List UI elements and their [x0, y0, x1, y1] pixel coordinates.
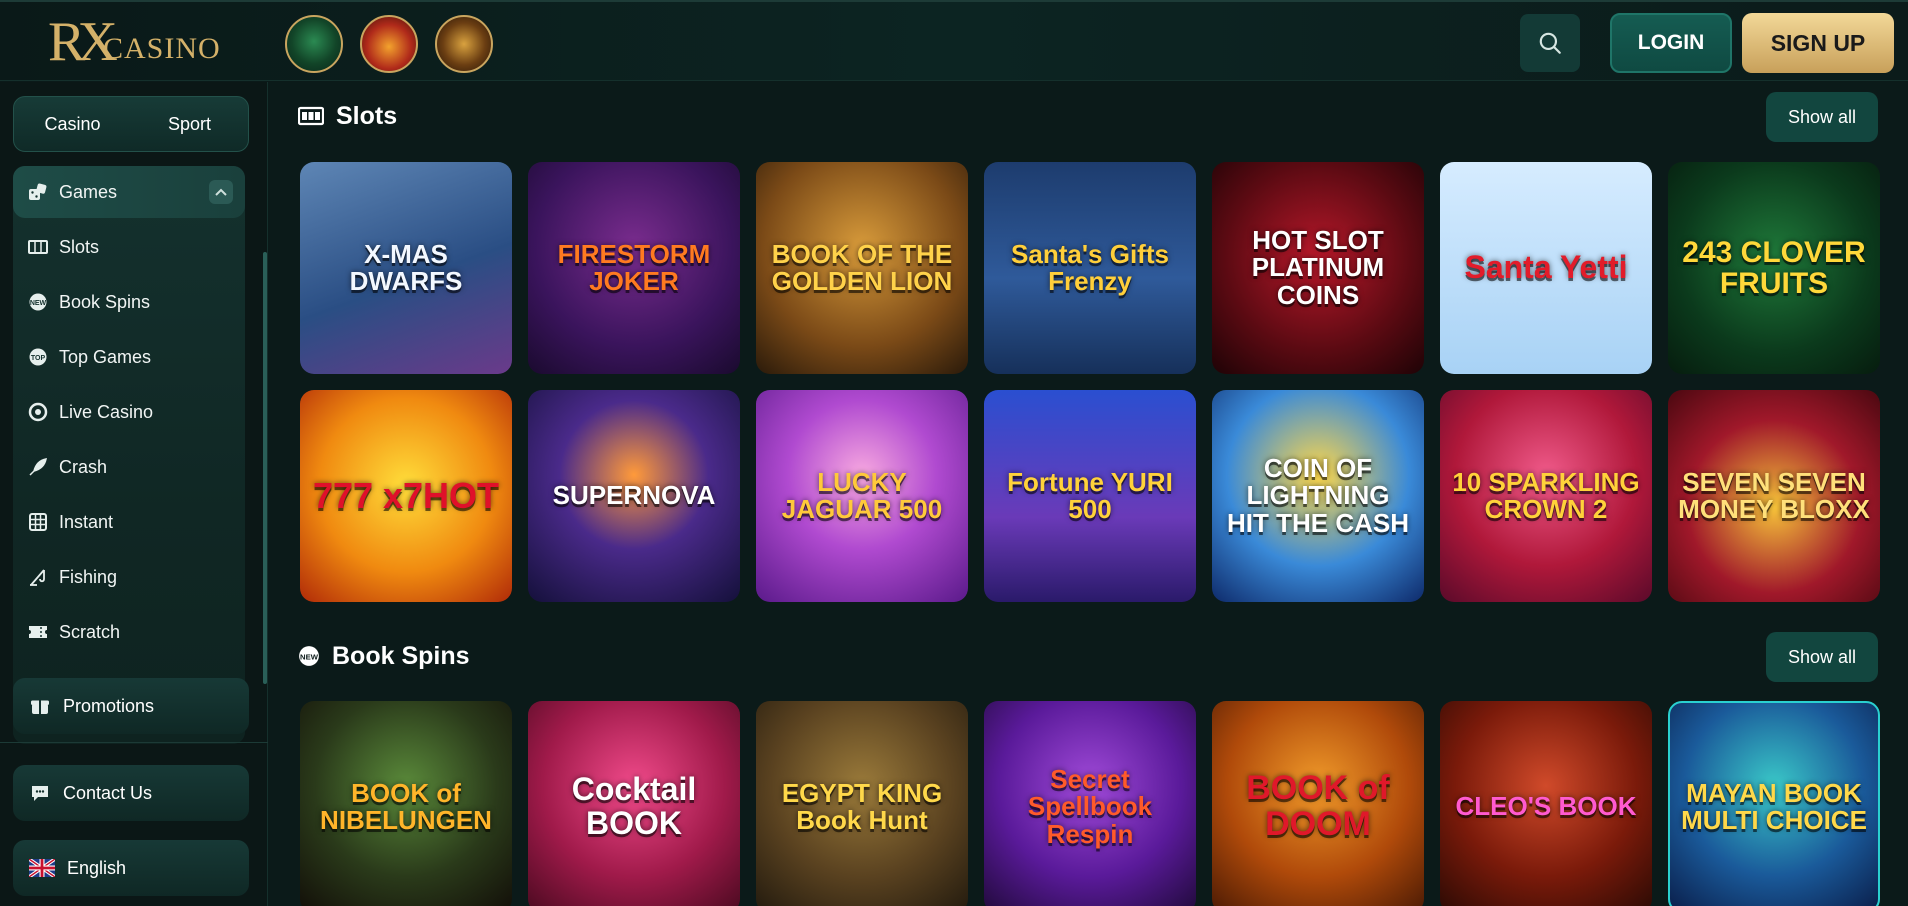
sidebar-scrollbar[interactable] [263, 252, 267, 684]
show-all-slots-button[interactable]: Show all [1766, 92, 1878, 142]
contact-us-button[interactable]: Contact Us [13, 765, 249, 821]
sidebar-item-fishing[interactable]: Fishing [13, 551, 245, 603]
svg-text:NEW: NEW [300, 652, 319, 661]
sidebar-item-label: Live Casino [59, 401, 154, 422]
sidebar-item-slots[interactable]: Slots [13, 221, 245, 273]
game-tile[interactable]: CLEO'S BOOK [1440, 701, 1652, 906]
gift-icon [29, 695, 51, 717]
section-title: Book Spins [332, 641, 470, 670]
game-tile[interactable]: Santa's Gifts Frenzy [984, 162, 1196, 374]
promo-joker-icon[interactable] [360, 15, 418, 73]
game-tile[interactable]: 10 SPARKLING CROWN 2 [1440, 390, 1652, 602]
fishing-icon [27, 566, 49, 588]
slots-icon [27, 236, 49, 258]
game-tile[interactable]: FIRESTORM JOKER [528, 162, 740, 374]
sidebar-item-scratch[interactable]: Scratch [13, 606, 245, 658]
instant-icon [27, 511, 49, 533]
sidebar-item-promotions[interactable]: Promotions [13, 678, 249, 734]
game-tile[interactable]: Secret Spellbook Respin [984, 701, 1196, 906]
sidebar: Casino Sport Games Slots NEW Book Spins … [0, 82, 268, 906]
game-tile[interactable]: 777 x7HOT [300, 390, 512, 602]
section-header-book-spins: NEW Book Spins [298, 636, 470, 676]
sidebar-item-live-casino[interactable]: Live Casino [13, 386, 245, 438]
game-tile[interactable]: Fortune YURI 500 [984, 390, 1196, 602]
signup-button[interactable]: SIGN UP [1742, 13, 1894, 73]
chevron-up-icon[interactable] [209, 180, 233, 204]
slots-icon [298, 106, 324, 126]
sidebar-item-label: Crash [59, 456, 108, 477]
sidebar-item-label: Instant [59, 511, 114, 532]
sidebar-item-book-spins[interactable]: NEW Book Spins [13, 276, 245, 328]
search-button[interactable] [1520, 14, 1580, 72]
show-all-book-spins-button[interactable]: Show all [1766, 632, 1878, 682]
toggle-sport[interactable]: Sport [131, 97, 248, 151]
sidebar-item-instant[interactable]: Instant [13, 496, 245, 548]
game-tile[interactable]: LUCKY JAGUAR 500 [756, 390, 968, 602]
logo-wordmark: CASINO [103, 32, 221, 65]
games-nav-panel: Games Slots NEW Book Spins TOP Top Games… [13, 166, 245, 744]
sidebar-item-crash[interactable]: Crash [13, 441, 245, 493]
uk-flag-icon [29, 857, 55, 879]
sidebar-item-top-games[interactable]: TOP Top Games [13, 331, 245, 383]
promotions-label: Promotions [63, 695, 155, 716]
section-header-slots: Slots [298, 96, 397, 136]
game-tile[interactable]: BOOK of DOOM [1212, 701, 1424, 906]
game-tile[interactable]: Santa Yetti [1440, 162, 1652, 374]
live-casino-icon [27, 401, 49, 423]
search-icon [1539, 32, 1561, 54]
chat-icon [29, 782, 51, 804]
game-tile[interactable]: SUPERNOVA [528, 390, 740, 602]
game-tile[interactable]: HOT SLOT PLATINUM COINS [1212, 162, 1424, 374]
casino-sport-toggle: Casino Sport [13, 96, 249, 152]
promo-treasure-chest-icon[interactable] [435, 15, 493, 73]
sidebar-item-label: Top Games [59, 346, 152, 367]
toggle-casino[interactable]: Casino [14, 97, 131, 151]
promo-scarab-icon[interactable] [285, 15, 343, 73]
sidebar-item-label: Games [59, 181, 118, 202]
language-selector[interactable]: English [13, 840, 249, 896]
game-tile[interactable]: 243 CLOVER FRUITS [1668, 162, 1880, 374]
game-tile[interactable]: MAYAN BOOK MULTI CHOICE [1668, 701, 1880, 906]
sidebar-item-label: Slots [59, 236, 100, 257]
svg-text:TOP: TOP [31, 355, 46, 362]
game-tile[interactable]: BOOK OF THE GOLDEN LION [756, 162, 968, 374]
sidebar-divider [0, 742, 268, 743]
sidebar-item-label: Book Spins [59, 291, 151, 312]
scratch-icon [27, 621, 49, 643]
sidebar-item-games[interactable]: Games [13, 166, 245, 218]
game-tile[interactable]: COIN OF LIGHTNING HIT THE CASH [1212, 390, 1424, 602]
game-tile[interactable]: SEVEN SEVEN MONEY BLOXX [1668, 390, 1880, 602]
top-bar: RX CASINO LOGIN SIGN UP [0, 0, 1908, 81]
book-spins-icon: NEW [27, 291, 49, 313]
main-content: Slots Show all X-MAS DWARFS FIRESTORM JO… [268, 82, 1908, 906]
sidebar-item-label: Fishing [59, 566, 118, 587]
language-label: English [67, 857, 127, 878]
game-tile[interactable]: EGYPT KING Book Hunt [756, 701, 968, 906]
game-tile[interactable]: Cocktail BOOK [528, 701, 740, 906]
section-title: Slots [336, 101, 398, 130]
top-games-icon: TOP [27, 346, 49, 368]
contact-us-label: Contact Us [63, 782, 153, 803]
login-button[interactable]: LOGIN [1610, 13, 1732, 73]
game-tile[interactable]: BOOK of NIBELUNGEN [300, 701, 512, 906]
game-tile[interactable]: X-MAS DWARFS [300, 162, 512, 374]
book-spins-icon: NEW [298, 645, 320, 667]
sidebar-item-label: Scratch [59, 621, 121, 642]
rx-casino-logo[interactable]: RX CASINO [48, 10, 220, 74]
logo-monogram: RX [48, 11, 118, 73]
crash-icon [27, 456, 49, 478]
games-icon [27, 181, 49, 203]
svg-text:NEW: NEW [30, 300, 47, 307]
